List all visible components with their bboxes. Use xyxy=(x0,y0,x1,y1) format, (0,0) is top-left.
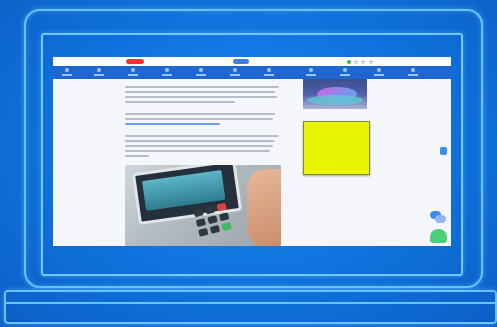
account-icon[interactable] xyxy=(354,59,358,64)
chat-bubbles-icon[interactable] xyxy=(430,211,446,223)
notification-icon[interactable] xyxy=(361,59,365,64)
nav-item[interactable] xyxy=(159,66,175,79)
browser-screen xyxy=(53,57,451,246)
nav-item[interactable] xyxy=(125,66,141,79)
article-text-line xyxy=(125,91,275,93)
nav-item[interactable] xyxy=(303,66,319,79)
article-photo xyxy=(125,165,281,246)
article-text-line xyxy=(125,140,275,142)
nav-item[interactable] xyxy=(59,66,75,79)
hand-image xyxy=(247,169,281,246)
nav-item[interactable] xyxy=(193,66,209,79)
article-text-line xyxy=(125,145,273,147)
browser-top-bar xyxy=(53,57,451,66)
article-text-line xyxy=(125,150,270,152)
help-fab-icon[interactable] xyxy=(430,229,447,243)
scroll-handle[interactable] xyxy=(440,147,447,155)
brand-logo[interactable] xyxy=(126,59,144,64)
laptop-base-outline xyxy=(4,290,497,324)
laptop-base-edge xyxy=(6,302,495,304)
article-link[interactable] xyxy=(125,123,220,125)
menu-icon[interactable] xyxy=(369,59,373,64)
nav-item[interactable] xyxy=(227,66,243,79)
article-text-line xyxy=(125,135,279,137)
nav-item[interactable] xyxy=(261,66,277,79)
nav-item[interactable] xyxy=(405,66,421,79)
article-text-line xyxy=(125,101,235,103)
article-text-line xyxy=(125,96,277,98)
article-text-line xyxy=(125,113,275,115)
nav-item[interactable] xyxy=(91,66,107,79)
site-nav-bar xyxy=(53,66,451,79)
status-dot-icon xyxy=(347,59,351,64)
sidebar-thumbnail[interactable] xyxy=(303,79,367,109)
ad-placeholder[interactable] xyxy=(303,121,370,175)
nav-item[interactable] xyxy=(337,66,353,79)
nav-item[interactable] xyxy=(371,66,387,79)
search-button[interactable] xyxy=(233,59,249,64)
article-text-line xyxy=(125,86,279,88)
article-text-line xyxy=(125,155,149,157)
article-text-line xyxy=(125,118,273,120)
